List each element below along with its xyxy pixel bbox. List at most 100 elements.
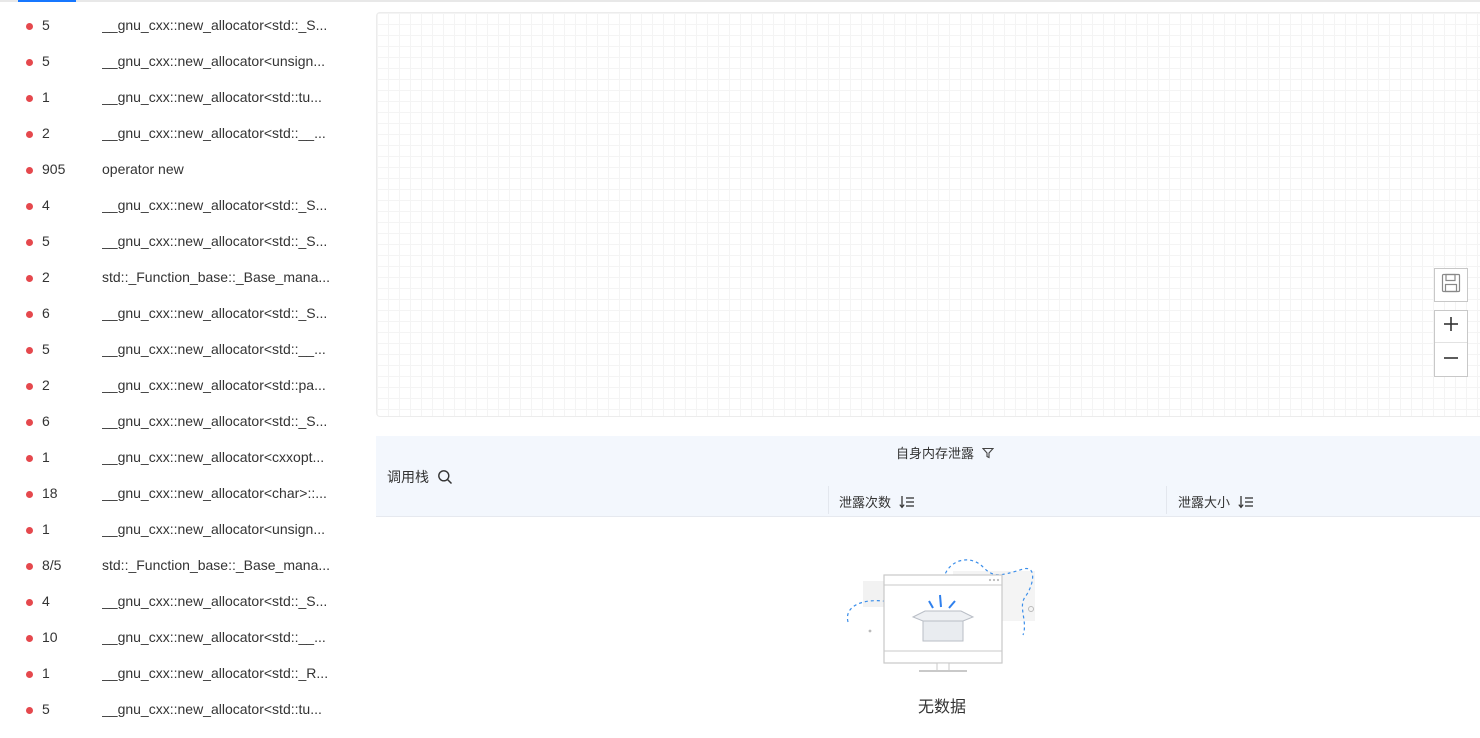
list-item-name: __gnu_cxx::new_allocator<std::pa... [102, 377, 326, 393]
sort-icon[interactable] [899, 495, 915, 509]
list-item-count: 6 [42, 305, 50, 321]
list-item[interactable]: 8/5 std::_Function_base::_Base_mana... [0, 548, 360, 584]
list-item-name: __gnu_cxx::new_allocator<std::_S... [102, 305, 328, 321]
list-item-name: __gnu_cxx::new_allocator<std::tu... [102, 89, 322, 105]
list-item-name: __gnu_cxx::new_allocator<char>::... [102, 485, 327, 501]
list-item-name: __gnu_cxx::new_allocator<cxxopt... [102, 449, 325, 465]
status-dot-icon [26, 671, 33, 678]
list-item-name: operator new [102, 161, 184, 177]
status-dot-icon [26, 167, 33, 174]
zoom-out-button[interactable] [1435, 344, 1467, 376]
list-item-count: 5 [42, 341, 50, 357]
list-item-name: __gnu_cxx::new_allocator<std::_S... [102, 413, 328, 429]
status-dot-icon [26, 419, 33, 426]
list-item[interactable]: 5 __gnu_cxx::new_allocator<std::_S... [0, 224, 360, 260]
leak-count-label: 泄露次数 [839, 495, 892, 510]
save-icon [1440, 272, 1462, 299]
list-item-name: __gnu_cxx::new_allocator<unsign... [102, 53, 325, 69]
active-tab-indicator [18, 0, 76, 2]
list-item-count: 1 [42, 89, 50, 105]
empty-text: 无数据 [917, 699, 966, 716]
list-item-name: __gnu_cxx::new_allocator<std::__... [102, 629, 326, 645]
empty-box-illustration [843, 547, 1043, 682]
list-item-name: std::_Function_base::_Base_mana... [102, 557, 331, 573]
filter-icon[interactable] [982, 447, 995, 459]
list-item-count: 10 [42, 629, 58, 645]
status-dot-icon [26, 347, 33, 354]
function-list: 5 __gnu_cxx::new_allocator<std::_S... 5 __g… [0, 8, 360, 728]
list-item-count: 905 [42, 161, 66, 177]
column-group-self-leak: 自身内存泄露 [896, 443, 995, 462]
list-item[interactable]: 5 __gnu_cxx::new_allocator<std::__... [0, 332, 360, 368]
column-callstack: 调用栈 [387, 467, 453, 487]
status-dot-icon [26, 635, 33, 642]
list-item[interactable]: 2 __gnu_cxx::new_allocator<std::__... [0, 116, 360, 152]
list-item[interactable]: 2 __gnu_cxx::new_allocator<std::pa... [0, 368, 360, 404]
list-item[interactable]: 18 __gnu_cxx::new_allocator<char>::... [0, 476, 360, 512]
column-divider[interactable] [828, 486, 829, 514]
list-item-count: 4 [42, 197, 50, 213]
list-item-count: 5 [42, 17, 50, 33]
list-item-count: 1 [42, 521, 50, 537]
list-item-count: 1 [42, 665, 50, 681]
status-dot-icon [26, 707, 33, 714]
status-dot-icon [26, 491, 33, 498]
sort-icon[interactable] [1238, 495, 1254, 509]
status-dot-icon [26, 563, 33, 570]
column-divider[interactable] [1166, 486, 1167, 514]
callstack-label: 调用栈 [387, 469, 429, 485]
list-item[interactable]: 10 __gnu_cxx::new_allocator<std::__... [0, 620, 360, 656]
list-item[interactable]: 6 __gnu_cxx::new_allocator<std::_S... [0, 404, 360, 440]
self-leak-label: 自身内存泄露 [896, 446, 975, 461]
zoom-controls [1434, 310, 1468, 377]
list-item-name: __gnu_cxx::new_allocator<std::tu... [102, 701, 322, 717]
list-item-name: __gnu_cxx::new_allocator<std::_S... [102, 197, 328, 213]
status-dot-icon [26, 275, 33, 282]
list-item-count: 2 [42, 269, 50, 285]
list-item[interactable]: 4 __gnu_cxx::new_allocator<std::_S... [0, 584, 360, 620]
list-item-count: 5 [42, 701, 50, 717]
list-item-name: __gnu_cxx::new_allocator<std::_S... [102, 593, 328, 609]
list-item[interactable]: 1 __gnu_cxx::new_allocator<std::_R... [0, 656, 360, 692]
status-dot-icon [26, 23, 33, 30]
status-dot-icon [26, 239, 33, 246]
list-item[interactable]: 5 __gnu_cxx::new_allocator<unsign... [0, 44, 360, 80]
list-item-name: __gnu_cxx::new_allocator<unsign... [102, 521, 325, 537]
call-graph-canvas[interactable] [376, 12, 1480, 417]
zoom-in-button[interactable] [1435, 311, 1467, 343]
list-item[interactable]: 5 __gnu_cxx::new_allocator<std::_S... [0, 8, 360, 44]
list-item[interactable]: 1 __gnu_cxx::new_allocator<std::tu... [0, 80, 360, 116]
list-item[interactable]: 1 __gnu_cxx::new_allocator<unsign... [0, 512, 360, 548]
list-item-name: __gnu_cxx::new_allocator<std::__... [102, 341, 326, 357]
list-item[interactable]: 4 __gnu_cxx::new_allocator<std::_S... [0, 188, 360, 224]
list-item-name: __gnu_cxx::new_allocator<std::__... [102, 125, 326, 141]
status-dot-icon [26, 95, 33, 102]
status-dot-icon [26, 527, 33, 534]
list-item[interactable]: 1 __gnu_cxx::new_allocator<cxxopt... [0, 440, 360, 476]
list-item-name: __gnu_cxx::new_allocator<std::_S... [102, 17, 328, 33]
list-item[interactable]: 905 operator new [0, 152, 360, 188]
list-item[interactable]: 5 __gnu_cxx::new_allocator<std::tu... [0, 692, 360, 728]
status-dot-icon [26, 203, 33, 210]
status-dot-icon [26, 311, 33, 318]
list-item[interactable]: 2 std::_Function_base::_Base_mana... [0, 260, 360, 296]
search-icon[interactable] [437, 469, 453, 485]
top-border [0, 0, 1480, 2]
empty-state: 无数据 [376, 517, 1480, 738]
table-header: 调用栈 自身内存泄露 泄露次数 泄露大小 [376, 436, 1480, 517]
list-item-count: 18 [42, 485, 58, 501]
list-item-name: std::_Function_base::_Base_mana... [102, 269, 331, 285]
list-item[interactable]: 6 __gnu_cxx::new_allocator<std::_S... [0, 296, 360, 332]
list-item-count: 5 [42, 233, 50, 249]
list-item-count: 2 [42, 125, 50, 141]
list-item-count: 5 [42, 53, 50, 69]
status-dot-icon [26, 599, 33, 606]
list-item-count: 1 [42, 449, 50, 465]
column-leak-size[interactable]: 泄露大小 [1178, 492, 1254, 511]
save-button[interactable] [1434, 268, 1468, 302]
status-dot-icon [26, 455, 33, 462]
column-leak-count[interactable]: 泄露次数 [839, 492, 915, 511]
list-item-count: 4 [42, 593, 50, 609]
list-item-name: __gnu_cxx::new_allocator<std::_R... [102, 665, 329, 681]
status-dot-icon [26, 131, 33, 138]
